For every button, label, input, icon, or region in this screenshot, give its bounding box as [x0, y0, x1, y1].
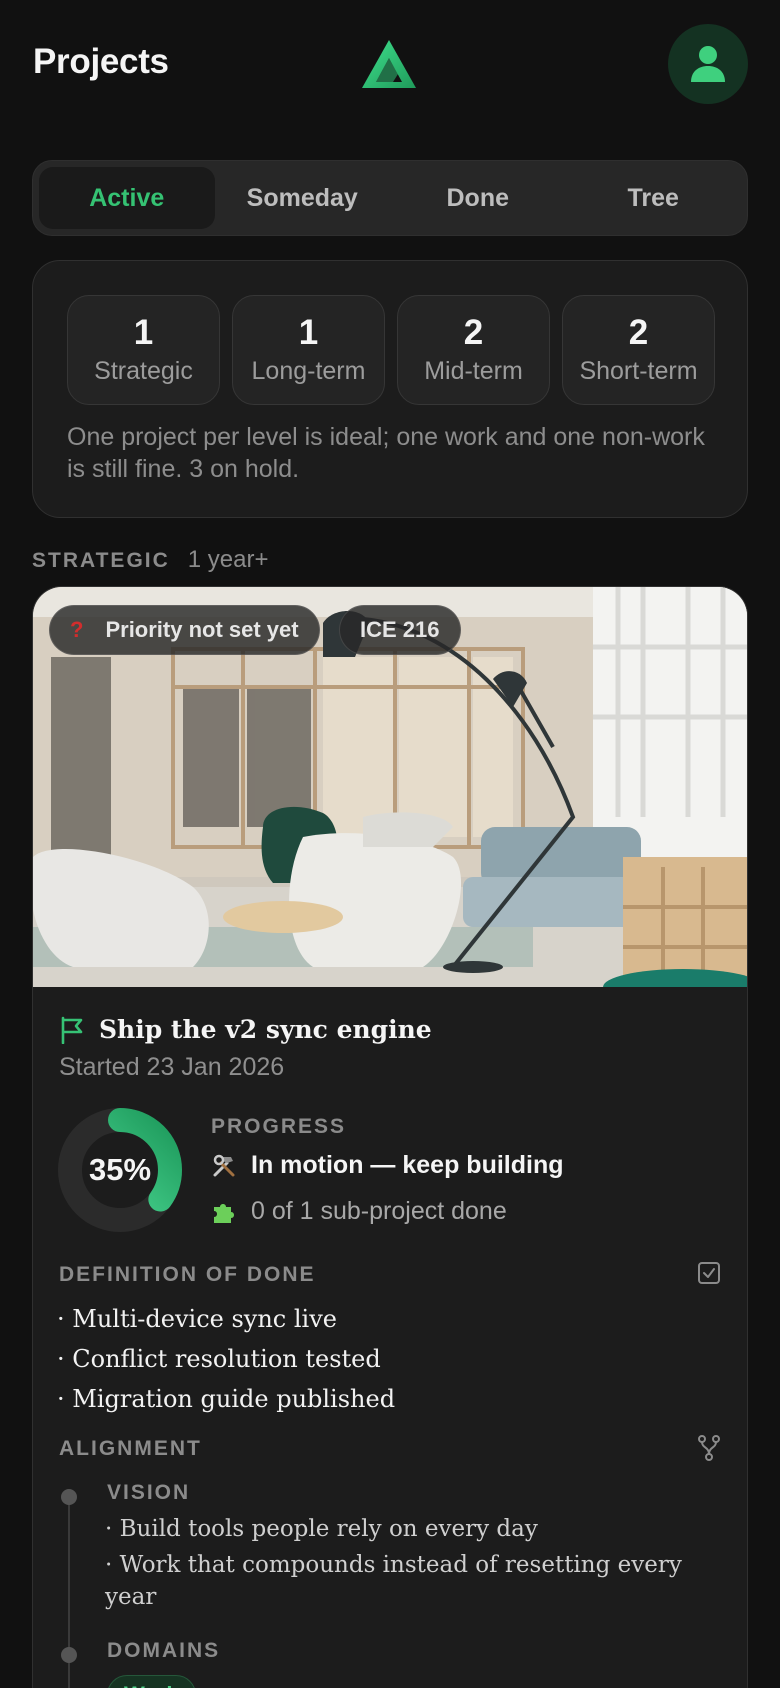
- list-item: · Conflict resolution tested: [57, 1345, 381, 1373]
- alignment-label: ALIGNMENT: [59, 1437, 202, 1460]
- hammer-wrench-icon: [213, 1154, 235, 1176]
- project-cover-image: ? Priority not set yet ICE 216: [33, 587, 747, 987]
- checkbox-icon[interactable]: [697, 1261, 721, 1290]
- section-header: STRATEGIC 1 year+: [32, 546, 269, 574]
- level-count: 2: [628, 313, 649, 353]
- subproject-count-text: 0 of 1 sub-project done: [251, 1197, 507, 1225]
- level-count: 1: [298, 313, 319, 353]
- page-title: Projects: [33, 42, 169, 81]
- subproject-count: 0 of 1 sub-project done: [211, 1197, 507, 1226]
- level-chip-mid-term[interactable]: 2 Mid-term: [397, 295, 550, 405]
- progress-ring: 35%: [57, 1107, 183, 1233]
- progress-label: PROGRESS: [211, 1115, 347, 1138]
- tab-done[interactable]: Done: [390, 167, 566, 229]
- level-label: Long-term: [251, 356, 366, 385]
- level-summary-card: 1 Strategic 1 Long-term 2 Mid-term 2 Sho…: [32, 260, 748, 518]
- priority-badge-label: Priority not set yet: [105, 617, 299, 642]
- level-chip-strategic[interactable]: 1 Strategic: [67, 295, 220, 405]
- question-mark-icon: ?: [70, 617, 84, 642]
- tab-someday[interactable]: Someday: [215, 167, 391, 229]
- triangle-logo-icon: [360, 38, 418, 90]
- vision-list: · Build tools people rely on every day ·…: [105, 1513, 715, 1617]
- app-header: Projects: [0, 0, 780, 130]
- level-label: Short-term: [579, 356, 698, 385]
- level-chips: 1 Strategic 1 Long-term 2 Mid-term 2 Sho…: [67, 295, 715, 405]
- project-title-row: Ship the v2 sync engine: [59, 1015, 432, 1044]
- definition-of-done-list: · Multi-device sync live · Conflict reso…: [57, 1299, 395, 1419]
- vision-label: VISION: [107, 1481, 191, 1504]
- flag-icon: [61, 1016, 83, 1044]
- definition-of-done-label: DEFINITION OF DONE: [59, 1263, 316, 1286]
- tab-tree[interactable]: Tree: [566, 167, 742, 229]
- project-card[interactable]: ? Priority not set yet ICE 216 Ship the …: [32, 586, 748, 1688]
- project-title: Ship the v2 sync engine: [99, 1015, 432, 1044]
- status-tabs: Active Someday Done Tree: [32, 160, 748, 236]
- progress-percent: 35%: [88, 1152, 152, 1187]
- domains-label: DOMAINS: [107, 1639, 221, 1662]
- avatar-button[interactable]: [668, 24, 748, 104]
- fork-icon[interactable]: [697, 1435, 721, 1466]
- progress-status: In motion — keep building: [211, 1151, 564, 1180]
- user-icon: [691, 46, 725, 82]
- progress-status-text: In motion — keep building: [251, 1151, 564, 1179]
- list-item: · Multi-device sync live: [57, 1305, 337, 1333]
- level-chip-long-term[interactable]: 1 Long-term: [232, 295, 385, 405]
- level-chip-short-term[interactable]: 2 Short-term: [562, 295, 715, 405]
- project-started-date: Started 23 Jan 2026: [59, 1053, 285, 1081]
- level-label: Mid-term: [424, 356, 523, 385]
- puzzle-icon: [214, 1203, 234, 1223]
- levels-note: One project per level is ideal; one work…: [67, 423, 705, 483]
- list-item: · Migration guide published: [57, 1385, 396, 1413]
- list-item: · Work that compounds instead of resetti…: [105, 1552, 682, 1610]
- section-subtitle: 1 year+: [187, 546, 269, 573]
- ice-score-badge: ICE 216: [339, 605, 461, 655]
- level-label: Strategic: [94, 356, 193, 385]
- timeline-dot: [61, 1647, 77, 1663]
- level-count: 1: [133, 313, 154, 353]
- priority-badge[interactable]: ? Priority not set yet: [49, 605, 320, 655]
- list-item: · Build tools people rely on every day: [105, 1516, 538, 1542]
- tab-active[interactable]: Active: [39, 167, 215, 229]
- timeline-dot: [61, 1489, 77, 1505]
- domain-chip-work[interactable]: Work: [107, 1675, 196, 1688]
- level-count: 2: [463, 313, 484, 353]
- section-title: STRATEGIC: [32, 549, 170, 572]
